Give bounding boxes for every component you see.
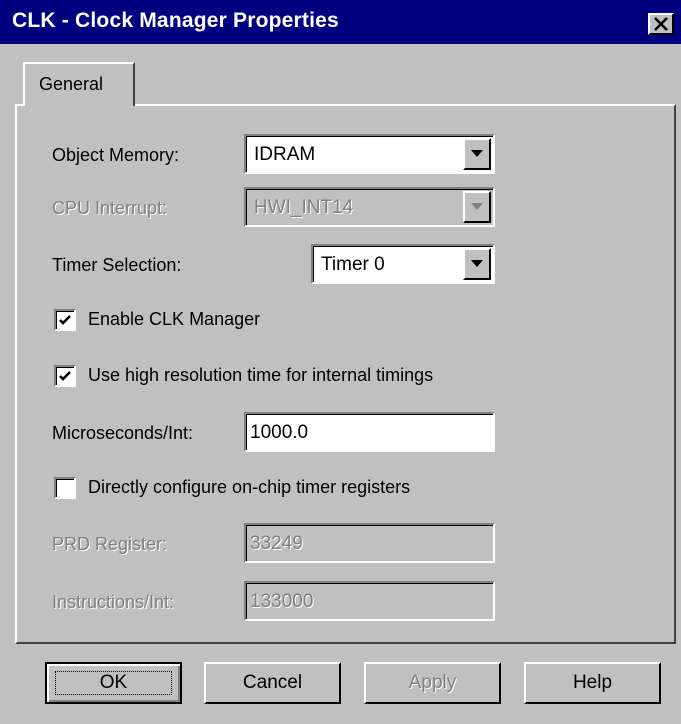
- enable-clk-checkbox[interactable]: [54, 309, 76, 331]
- chevron-down-icon: [471, 150, 483, 157]
- object-memory-label: Object Memory:: [52, 145, 180, 165]
- high-resolution-label[interactable]: Use high resolution time for internal ti…: [88, 365, 433, 386]
- object-memory-select[interactable]: IDRAM: [244, 134, 495, 174]
- chevron-down-icon: [471, 260, 483, 267]
- title-bar[interactable]: CLK - Clock Manager Properties: [0, 0, 681, 44]
- cpu-interrupt-value: HWI_INT14: [254, 197, 354, 218]
- help-button-label: Help: [572, 672, 613, 693]
- instructions-input: 133000: [244, 581, 495, 621]
- window-title: CLK - Clock Manager Properties: [12, 9, 339, 32]
- microseconds-value: 1000.0: [250, 422, 309, 443]
- check-icon: [59, 371, 71, 381]
- ok-button[interactable]: OK: [45, 662, 182, 704]
- timer-selection-value: Timer 0: [321, 254, 385, 275]
- microseconds-label: Microseconds/Int:: [52, 423, 194, 443]
- microseconds-input[interactable]: 1000.0: [244, 412, 495, 452]
- help-button[interactable]: Help: [524, 662, 661, 704]
- prd-register-label: PRD Register:: [52, 534, 168, 554]
- properties-dialog: CLK - Clock Manager Properties General O…: [0, 0, 681, 724]
- timer-selection-dropdown-button[interactable]: [463, 248, 491, 280]
- high-resolution-checkbox[interactable]: [54, 365, 76, 387]
- close-button[interactable]: [648, 13, 674, 35]
- tab-general[interactable]: General: [23, 62, 135, 106]
- check-icon: [59, 315, 71, 325]
- close-icon: [654, 17, 668, 31]
- object-memory-dropdown-button[interactable]: [463, 138, 491, 170]
- apply-button: Apply: [364, 662, 501, 704]
- prd-register-value: 33249: [250, 533, 303, 554]
- prd-register-input: 33249: [244, 523, 495, 563]
- cancel-button-label: Cancel: [242, 672, 303, 693]
- enable-clk-label[interactable]: Enable CLK Manager: [88, 309, 260, 330]
- instructions-value: 133000: [250, 591, 314, 612]
- chevron-down-icon: [471, 203, 483, 210]
- cpu-interrupt-select: HWI_INT14: [244, 187, 495, 227]
- tab-general-label: General: [39, 74, 104, 94]
- object-memory-value: IDRAM: [254, 144, 316, 165]
- direct-config-checkbox[interactable]: [54, 477, 76, 499]
- timer-selection-label: Timer Selection:: [52, 255, 182, 275]
- cancel-button[interactable]: Cancel: [204, 662, 341, 704]
- instructions-label: Instructions/Int:: [52, 592, 175, 612]
- direct-config-label[interactable]: Directly configure on-chip timer registe…: [88, 477, 410, 498]
- timer-selection-select[interactable]: Timer 0: [311, 244, 495, 284]
- cpu-interrupt-dropdown-button: [463, 191, 491, 223]
- cpu-interrupt-label: CPU Interrupt:: [52, 198, 168, 218]
- focus-rectangle: [55, 671, 172, 695]
- apply-button-label: Apply: [408, 672, 457, 693]
